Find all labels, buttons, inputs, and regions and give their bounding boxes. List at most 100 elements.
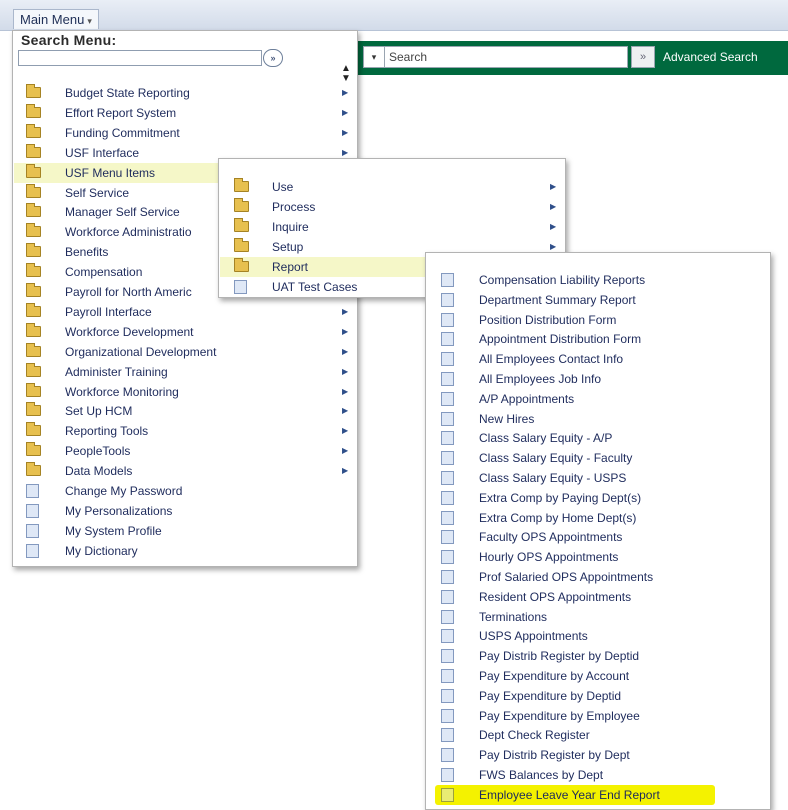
main-menu-button[interactable]: Main Menu ▾ (13, 9, 99, 29)
main-menu-item-administer-training[interactable]: Administer Training ▶ (14, 362, 356, 382)
menu-item-label: Payroll Interface (65, 304, 152, 319)
main-menu-item-reporting-tools[interactable]: Reporting Tools ▶ (14, 421, 356, 441)
folder-icon (26, 283, 41, 297)
main-menu-item-usf-menu-items[interactable]: USF Menu Items▶ (14, 162, 219, 183)
report-item-pay-distrib-register-by-deptid[interactable]: Pay Distrib Register by Deptid (427, 646, 767, 666)
menu-item-label: New Hires (479, 411, 535, 426)
page-icon (441, 708, 454, 723)
report-item-compensation-liability-reports[interactable]: Compensation Liability Reports (427, 270, 767, 290)
menu-item-label: Workforce Monitoring (65, 384, 179, 399)
report-item-department-summary-report[interactable]: Department Summary Report (427, 290, 767, 310)
page-icon (441, 431, 454, 446)
menu-item-label: Data Models (65, 464, 133, 479)
report-item-all-employees-contact-info[interactable]: All Employees Contact Info (427, 349, 767, 369)
page-icon (441, 510, 454, 525)
folder-icon (234, 218, 249, 232)
menu-item-label: My Personalizations (65, 503, 173, 518)
page-icon (441, 787, 454, 802)
report-item-usps-appointments[interactable]: USPS Appointments (427, 626, 767, 646)
report-item-employee-leave-year-end-report[interactable]: Employee Leave Year End Report (427, 785, 767, 805)
report-item-extra-comp-by-paying-dept-s[interactable]: Extra Comp by Paying Dept(s) (427, 488, 767, 508)
menu-search-go-button[interactable]: » (263, 49, 283, 67)
chevron-right-icon: ▶ (550, 182, 557, 191)
report-item-faculty-ops-appointments[interactable]: Faculty OPS Appointments (427, 527, 767, 547)
menu-item-label: USF Menu Items (65, 165, 156, 180)
usf-submenu-item-report[interactable]: Report▶ (220, 257, 426, 277)
report-item-hourly-ops-appointments[interactable]: Hourly OPS Appointments (427, 547, 767, 567)
page-icon (441, 292, 454, 307)
menu-item-label: Workforce Development (65, 324, 194, 339)
main-menu-item-payroll-interface[interactable]: Payroll Interface ▶ (14, 302, 356, 322)
report-item-new-hires[interactable]: New Hires (427, 409, 767, 429)
main-menu-item-peopletools[interactable]: PeopleTools ▶ (14, 441, 356, 461)
main-menu-item-my-system-profile[interactable]: My System Profile (14, 521, 356, 541)
folder-icon (26, 402, 41, 417)
folder-icon (234, 258, 249, 272)
report-item-appointment-distribution-form[interactable]: Appointment Distribution Form (427, 329, 767, 349)
chevron-right-icon: ▶ (342, 107, 349, 117)
search-go-button[interactable]: » (631, 46, 655, 68)
report-item-position-distribution-form[interactable]: Position Distribution Form (427, 310, 767, 330)
search-input[interactable]: Search (385, 46, 628, 68)
main-menu-item-funding-commitment[interactable]: Funding Commitment ▶ (14, 123, 356, 143)
report-item-all-employees-job-info[interactable]: All Employees Job Info (427, 369, 767, 389)
main-menu-item-data-models[interactable]: Data Models ▶ (14, 461, 356, 481)
search-type-dropdown[interactable]: ▾ (363, 46, 385, 68)
folder-icon (234, 198, 249, 212)
main-menu-item-set-up-hcm[interactable]: Set Up HCM ▶ (14, 401, 356, 421)
report-item-class-salary-equity-faculty[interactable]: Class Salary Equity - Faculty (427, 448, 767, 468)
menu-item-label: Change My Password (65, 484, 183, 498)
report-item-pay-distrib-register-by-dept[interactable]: Pay Distrib Register by Dept (427, 745, 767, 765)
report-item-a-p-appointments[interactable]: A/P Appointments (427, 389, 767, 409)
folder-icon (26, 342, 41, 357)
main-menu-dropdown: Search Menu: » ▲ ▼ Budget State Reporting… (12, 30, 358, 567)
menu-search-input[interactable] (18, 50, 262, 66)
page-icon (441, 649, 454, 664)
menu-item-label: A/P Appointments (479, 391, 575, 406)
menu-item-label: Compensation (65, 265, 143, 280)
menu-item-label: Faculty OPS Appointments (479, 530, 623, 545)
main-menu-item-workforce-monitoring[interactable]: Workforce Monitoring ▶ (14, 382, 356, 402)
page-icon (441, 530, 454, 545)
main-menu-item-my-dictionary[interactable]: My Dictionary (14, 541, 356, 561)
report-item-pay-expenditure-by-deptid[interactable]: Pay Expenditure by Deptid (427, 686, 767, 706)
menu-item-label: Pay Distrib Register by Dept (479, 748, 630, 763)
usf-submenu-item-use[interactable]: Use ▶ (220, 177, 564, 197)
page-icon (441, 273, 454, 287)
menu-item-label: Pay Expenditure by Deptid (479, 688, 622, 703)
report-item-class-salary-equity-a-p[interactable]: Class Salary Equity - A/P (427, 428, 767, 448)
main-menu-item-my-personalizations[interactable]: My Personalizations (14, 501, 356, 521)
folder-icon (26, 84, 41, 98)
report-item-dept-check-register[interactable]: Dept Check Register (427, 725, 767, 745)
report-item-terminations[interactable]: Terminations (427, 607, 767, 627)
report-item-prof-salaried-ops-appointments[interactable]: Prof Salaried OPS Appointments (427, 567, 767, 587)
menu-item-label: Position Distribution Form (479, 312, 617, 327)
report-item-class-salary-equity-usps[interactable]: Class Salary Equity - USPS (427, 468, 767, 488)
main-menu-item-change-my-password[interactable]: Change My Password (14, 481, 356, 501)
menu-item-label: Hourly OPS Appointments (479, 550, 619, 565)
page-icon (441, 372, 454, 386)
main-menu-item-workforce-development[interactable]: Workforce Development ▶ (14, 322, 356, 342)
page-icon (441, 609, 454, 624)
main-menu-item-budget-state-reporting[interactable]: Budget State Reporting ▶ (14, 83, 356, 103)
usf-submenu-item-inquire[interactable]: Inquire ▶ (220, 217, 564, 237)
chevron-right-icon: ▶ (550, 222, 557, 231)
report-item-fws-balances-by-dept[interactable]: FWS Balances by Dept (427, 765, 767, 785)
menu-item-label: Extra Comp by Home Dept(s) (479, 510, 637, 525)
page-icon (441, 352, 454, 367)
sort-icon[interactable]: ▲ ▼ (341, 64, 351, 84)
main-menu-item-organizational-development[interactable]: Organizational Development ▶ (14, 342, 356, 362)
advanced-search-link[interactable]: Advanced Search (663, 49, 758, 65)
top-menu-bar: Main Menu ▾ (0, 0, 788, 31)
report-item-pay-expenditure-by-employee[interactable]: Pay Expenditure by Employee (427, 706, 767, 726)
usf-submenu-item-process[interactable]: Process ▶ (220, 197, 564, 217)
report-item-pay-expenditure-by-account[interactable]: Pay Expenditure by Account (427, 666, 767, 686)
menu-item-label: Terminations (479, 609, 548, 624)
main-menu-item-effort-report-system[interactable]: Effort Report System ▶ (14, 103, 356, 123)
report-item-resident-ops-appointments[interactable]: Resident OPS Appointments (427, 587, 767, 607)
chevron-right-icon: ▶ (342, 446, 349, 456)
menu-item-label: Use (272, 180, 294, 194)
report-item-extra-comp-by-home-dept-s[interactable]: Extra Comp by Home Dept(s) (427, 508, 767, 528)
menu-item-label: UAT Test Cases (272, 280, 358, 294)
page-icon (234, 280, 247, 294)
